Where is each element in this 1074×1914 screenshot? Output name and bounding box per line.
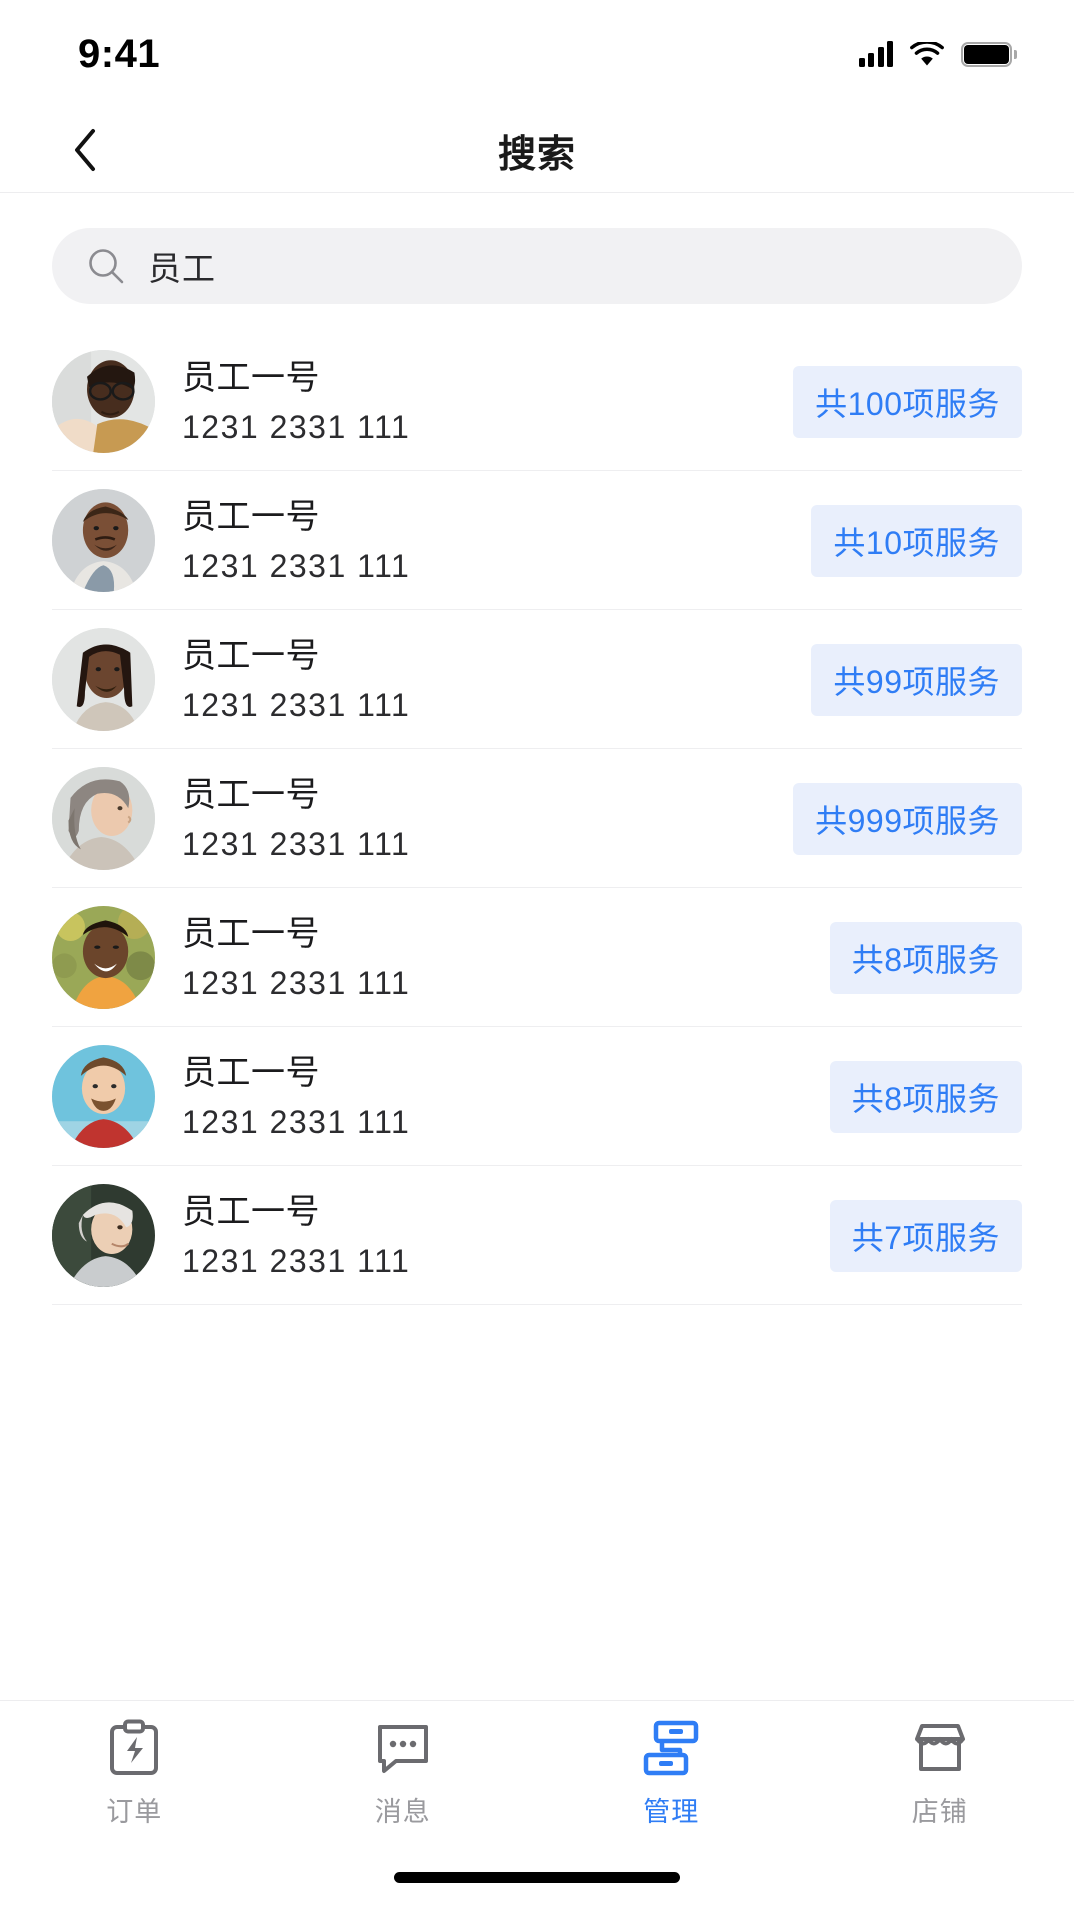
employee-phone: 1231 2331 111 [182, 825, 411, 862]
row-text: 员工一号 1231 2331 111 [182, 913, 830, 1002]
service-count-badge[interactable]: 共8项服务 [829, 921, 1022, 994]
table-row[interactable]: 员工一号 1231 2331 111 共100项服务 [0, 332, 1074, 471]
tab-label: 管理 [643, 1797, 700, 1827]
table-row[interactable]: 员工一号 1231 2331 111 共999项服务 [0, 749, 1074, 888]
search-icon [86, 246, 126, 286]
search-input-value: 员工 [148, 250, 216, 287]
table-row[interactable]: 员工一号 1231 2331 111 共8项服务 [0, 1027, 1074, 1166]
nav-bar: 搜索 [0, 108, 1074, 193]
employee-phone: 1231 2331 111 [182, 964, 411, 1001]
employee-name: 员工一号 [182, 915, 320, 954]
table-row[interactable]: 员工一号 1231 2331 111 共99项服务 [0, 610, 1074, 749]
tab-messages[interactable]: 消息 [269, 1717, 538, 1829]
storefront-icon [911, 1717, 969, 1779]
row-text: 员工一号 1231 2331 111 [182, 357, 793, 446]
wifi-icon [910, 41, 944, 67]
search-section: 员工 [0, 193, 1074, 332]
service-count-badge[interactable]: 共8项服务 [829, 1060, 1022, 1133]
phone-screen: 9:41 搜索 员工 员工一号 1231 2331 111 共100项服务 员工… [0, 0, 1074, 1914]
row-text: 员工一号 1231 2331 111 [182, 496, 811, 585]
employee-name: 员工一号 [182, 776, 320, 815]
avatar [52, 350, 155, 453]
employee-name: 员工一号 [182, 498, 320, 537]
tab-orders[interactable]: 订单 [0, 1717, 269, 1829]
row-text: 员工一号 1231 2331 111 [182, 774, 793, 863]
bottom-tab-bar: 订单 消息 管理 店铺 [0, 1700, 1074, 1840]
back-button[interactable] [58, 123, 112, 177]
employee-phone: 1231 2331 111 [182, 1103, 411, 1140]
employee-name: 员工一号 [182, 359, 320, 398]
tab-label: 订单 [106, 1797, 163, 1827]
home-indicator[interactable] [394, 1871, 680, 1883]
service-count-badge[interactable]: 共100项服务 [793, 365, 1022, 438]
employee-name: 员工一号 [182, 1193, 320, 1232]
status-time: 9:41 [78, 31, 161, 76]
chevron-left-icon [73, 128, 97, 172]
avatar [52, 767, 155, 870]
battery-full-icon [961, 41, 1017, 67]
employee-phone: 1231 2331 111 [182, 408, 411, 445]
table-row[interactable]: 员工一号 1231 2331 111 共8项服务 [0, 888, 1074, 1027]
employee-phone: 1231 2331 111 [182, 686, 411, 723]
avatar [52, 1045, 155, 1148]
cellular-signal-icon [858, 41, 893, 67]
employee-phone: 1231 2331 111 [182, 547, 411, 584]
row-text: 员工一号 1231 2331 111 [182, 1191, 830, 1280]
employee-name: 员工一号 [182, 637, 320, 676]
service-count-badge[interactable]: 共7项服务 [829, 1199, 1022, 1272]
table-row[interactable]: 员工一号 1231 2331 111 共10项服务 [0, 471, 1074, 610]
status-bar: 9:41 [0, 0, 1074, 108]
tab-label: 消息 [374, 1797, 431, 1827]
service-count-badge[interactable]: 共10项服务 [811, 504, 1022, 577]
service-count-badge[interactable]: 共999项服务 [793, 782, 1022, 855]
employee-name: 员工一号 [182, 1054, 320, 1093]
status-icons [858, 41, 1017, 67]
row-text: 员工一号 1231 2331 111 [182, 635, 811, 724]
avatar [52, 628, 155, 731]
tab-management[interactable]: 管理 [537, 1717, 806, 1829]
table-row[interactable]: 员工一号 1231 2331 111 共7项服务 [0, 1166, 1074, 1305]
tab-label: 店铺 [911, 1797, 968, 1827]
avatar [52, 1184, 155, 1287]
message-dots-icon [374, 1717, 432, 1779]
tab-shop[interactable]: 店铺 [806, 1717, 1074, 1829]
employee-list: 员工一号 1231 2331 111 共100项服务 员工一号 1231 233… [0, 332, 1074, 1700]
home-indicator-area [0, 1840, 1074, 1914]
clipboard-bolt-icon [107, 1717, 161, 1779]
org-chart-icon [642, 1717, 700, 1779]
search-input[interactable]: 员工 [52, 228, 1022, 304]
page-title: 搜索 [497, 133, 576, 176]
service-count-badge[interactable]: 共99项服务 [811, 643, 1022, 716]
row-text: 员工一号 1231 2331 111 [182, 1052, 830, 1141]
employee-phone: 1231 2331 111 [182, 1242, 411, 1279]
avatar [52, 906, 155, 1009]
avatar [52, 489, 155, 592]
